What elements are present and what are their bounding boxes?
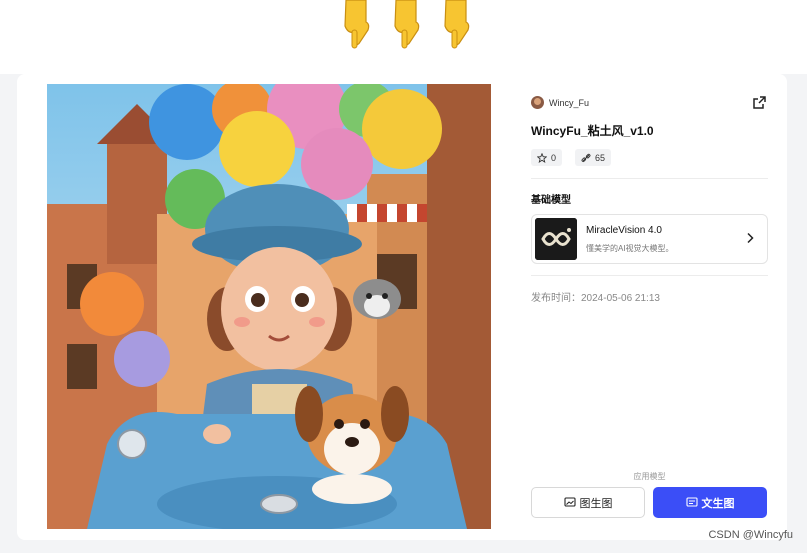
apply-model-label: 应用模型 [633,472,666,481]
image-to-image-label: 图生图 [579,497,613,510]
top-banner [0,0,807,74]
star-icon [537,152,547,163]
miraclevision-logo-icon [535,218,577,260]
avatar[interactable] [531,96,544,109]
usage-count: 65 [575,149,612,166]
base-model-thumbnail [535,218,577,260]
base-model-name: MiracleVision 4.0 [586,225,662,236]
text-to-image-button[interactable]: 文生图 [653,487,767,518]
publish-date-row: 发布时间：2024-05-06 21:13 [531,289,660,304]
pointing-down-hand-icon [444,0,470,49]
usage-number: 65 [595,152,606,163]
pointing-down-hand-icon [344,0,370,49]
author-name[interactable]: Wincy_Fu [549,98,589,108]
pointing-down-hand-icon [394,0,420,49]
link-icon [581,153,591,162]
model-title: WincyFu_粘土风_v1.0 [531,124,654,138]
watermark: CSDN @Wincyfu [708,529,793,541]
star-count-button[interactable]: 0 [531,149,563,166]
publish-date-label: 发布时间： [531,293,581,304]
divider [531,178,768,179]
star-count: 0 [551,152,557,163]
image-icon [563,497,576,507]
text-image-icon [685,497,698,507]
model-preview-image[interactable] [47,84,491,529]
base-model-description: 懂美学的AI视觉大模型。 [586,244,674,253]
clay-girl-illustration [47,84,491,529]
image-to-image-button[interactable]: 图生图 [531,487,645,518]
share-external-icon[interactable] [752,95,767,110]
publish-date-value: 2024-05-06 21:13 [581,293,660,304]
base-model-card[interactable]: MiracleVision 4.0 懂美学的AI视觉大模型。 [531,214,768,264]
base-model-heading: 基础模型 [531,195,571,206]
text-to-image-label: 文生图 [701,497,735,510]
divider [531,275,768,276]
chevron-right-icon [747,232,754,244]
author-info[interactable]: Wincy_Fu [531,96,589,109]
